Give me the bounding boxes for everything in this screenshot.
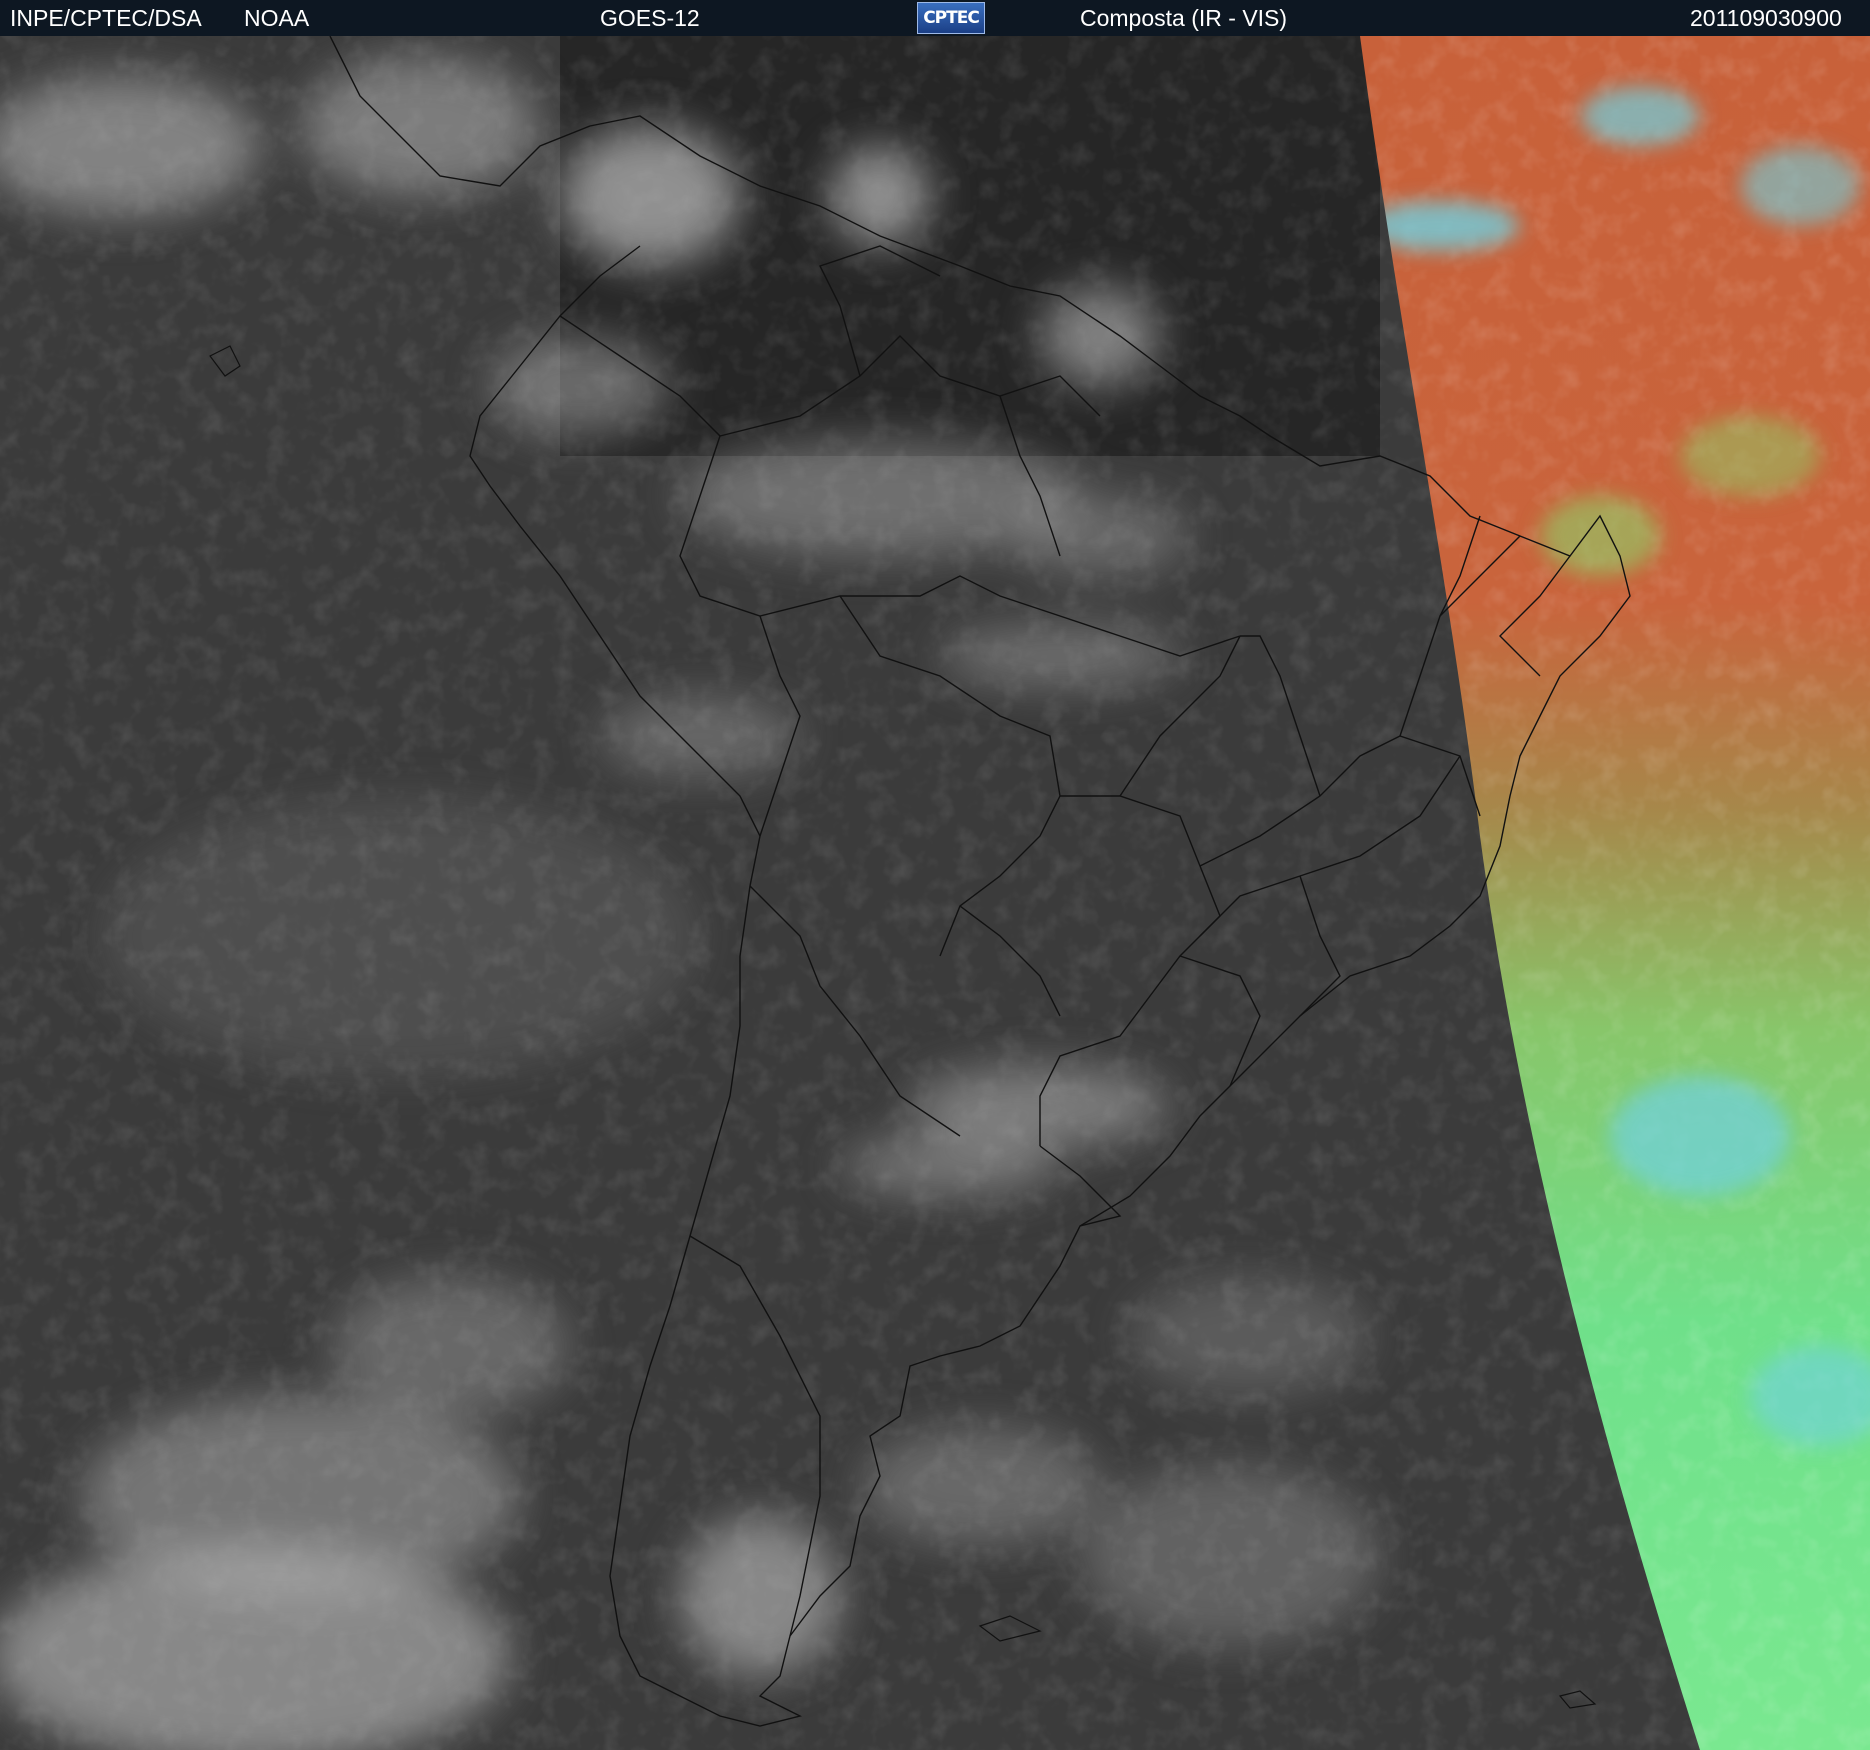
satellite-label: GOES-12 <box>600 5 700 31</box>
cptec-logo-text: CPTEC <box>923 8 980 28</box>
satellite-image <box>0 36 1870 1750</box>
product-label: Composta (IR - VIS) <box>1080 5 1288 31</box>
satellite-composite <box>0 36 1870 1750</box>
cptec-logo: CPTEC <box>917 2 985 34</box>
organization-label: INPE/CPTEC/DSA <box>10 5 202 31</box>
timestamp-label: 201109030900 <box>1690 5 1842 31</box>
title-bar: INPE/CPTEC/DSA NOAA GOES-12 CPTEC Compos… <box>0 0 1870 36</box>
agency-label: NOAA <box>244 5 310 31</box>
